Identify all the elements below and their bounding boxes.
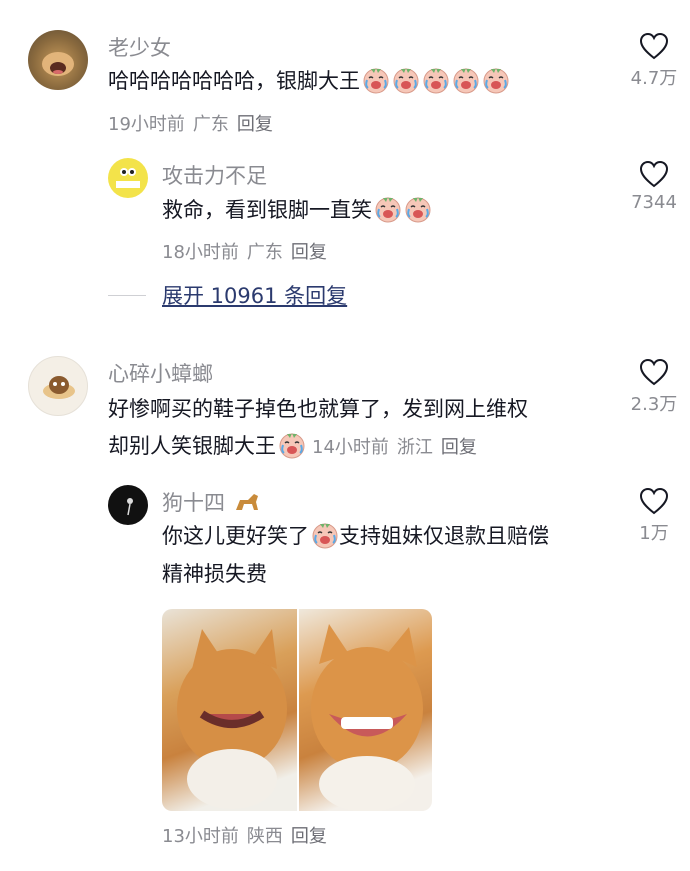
figure-silhouette-icon — [127, 498, 133, 516]
avatar[interactable] — [108, 158, 148, 198]
like-button[interactable]: 1万 — [624, 487, 684, 545]
comment-image[interactable] — [162, 609, 432, 811]
reply-button[interactable]: 回复 — [441, 437, 477, 458]
cat-photo-right — [297, 609, 432, 811]
comment-username[interactable]: 狗十四 — [162, 487, 262, 517]
crying-laughing-emoji-icon — [423, 68, 449, 94]
expand-replies-label: 展开 10961 条回复 — [162, 284, 348, 308]
crying-laughing-emoji-icon — [279, 433, 305, 459]
comment-username[interactable]: 心碎小蟑螂 — [108, 358, 213, 388]
avatar[interactable] — [108, 485, 148, 525]
comment-username[interactable]: 攻击力不足 — [162, 160, 267, 190]
comment-time: 13小时前 — [162, 826, 239, 847]
comment-meta: 13小时前 陕西 回复 — [162, 822, 335, 848]
comment-meta: 19小时前 广东 回复 — [108, 110, 281, 136]
reply-button[interactable]: 回复 — [237, 114, 273, 135]
comment-location: 广东 — [246, 242, 283, 263]
crying-laughing-emoji-icon — [375, 197, 401, 223]
dog-emoji-icon — [235, 494, 258, 510]
smiling-cat-icon — [177, 629, 287, 809]
comment-meta: 18小时前 广东 回复 — [162, 238, 335, 264]
crying-laughing-emoji-icon — [393, 68, 419, 94]
comment-meta: 14小时前 浙江 回复 — [312, 437, 485, 458]
crying-laughing-emoji-icon — [363, 68, 389, 94]
comment-text: 救命，看到银脚一直笑 — [162, 193, 432, 227]
like-count: 1万 — [639, 523, 669, 544]
crying-laughing-emoji-icon — [483, 68, 509, 94]
comment-text-continued: 却别人笑银脚大王 14小时前 浙江 回复 — [108, 429, 485, 465]
heart-outline-icon — [639, 160, 669, 188]
crying-laughing-emoji-icon — [453, 68, 479, 94]
like-button[interactable]: 7344 — [624, 160, 684, 213]
comment-location: 陕西 — [246, 826, 283, 847]
comment-location: 广东 — [192, 114, 229, 135]
cat-photo-left — [162, 609, 297, 811]
comment-location: 浙江 — [396, 437, 433, 458]
divider — [108, 294, 146, 296]
comment-time: 18小时前 — [162, 242, 239, 263]
comment-text: 好惨啊买的鞋子掉色也就算了，发到网上维权 — [108, 397, 528, 421]
heart-outline-icon — [639, 358, 669, 386]
reply-button[interactable]: 回复 — [291, 826, 327, 847]
smiling-cat-icon — [311, 624, 423, 811]
comment-username[interactable]: 老少女 — [108, 32, 171, 62]
heart-outline-icon — [639, 32, 669, 60]
like-count: 7344 — [631, 192, 677, 213]
cockroach-cartoon-icon — [43, 376, 75, 399]
like-button[interactable]: 2.3万 — [624, 358, 684, 416]
avatar[interactable] — [28, 356, 88, 416]
like-count: 4.7万 — [630, 68, 678, 89]
comment-time: 19小时前 — [108, 114, 185, 135]
comment-text: 你这儿更好笑了 支持姐妹仅退款且赔偿 — [162, 519, 549, 553]
crying-laughing-emoji-icon — [312, 523, 338, 549]
crying-laughing-emoji-icon — [405, 197, 431, 223]
heart-outline-icon — [639, 487, 669, 515]
reply-button[interactable]: 回复 — [291, 242, 327, 263]
like-count: 2.3万 — [630, 394, 678, 415]
comment-time: 14小时前 — [312, 437, 389, 458]
comment-text: 哈哈哈哈哈哈哈，银脚大王 — [108, 64, 510, 98]
comment-text-continued: 精神损失费 — [162, 562, 267, 586]
avatar[interactable] — [28, 30, 88, 90]
cat-face-icon — [42, 52, 74, 76]
like-button[interactable]: 4.7万 — [624, 32, 684, 90]
expand-replies-link[interactable]: 展开 10961 条回复 — [108, 280, 347, 310]
cartoon-face-icon — [116, 168, 140, 188]
